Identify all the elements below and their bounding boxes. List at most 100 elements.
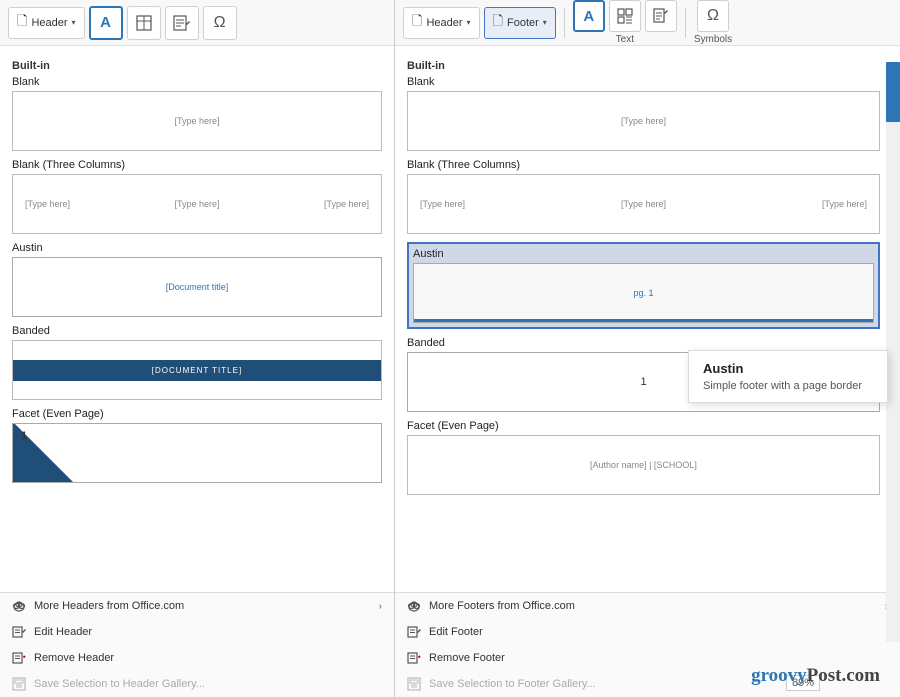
template-blank-preview-right[interactable]: [Type here]: [407, 91, 880, 151]
page-icon: 🗋: [17, 12, 27, 34]
edit-header-label: Edit Header: [34, 626, 92, 638]
right-panel: 🗋 Header ▾ 🗋 Footer ▾ A: [395, 0, 900, 697]
table-icon: [136, 15, 152, 31]
template-three-col-name-left: Blank (Three Columns): [12, 159, 382, 171]
three-col-p3-left: [Type here]: [324, 199, 369, 209]
toolbar-separator-1: [564, 8, 565, 38]
austin-doc-title-left: [Document title]: [166, 282, 229, 292]
text-format-button[interactable]: A: [89, 6, 123, 40]
three-col-p1-left: [Type here]: [25, 199, 70, 209]
template-banded-name-left: Banded: [12, 325, 382, 337]
scrollbar-thumb[interactable]: [886, 62, 900, 122]
template-blank-name-right: Blank: [407, 76, 880, 88]
template-blank-preview-left[interactable]: [Type here]: [12, 91, 382, 151]
three-col-p3-right: [Type here]: [822, 199, 867, 209]
remove-header-icon: [12, 651, 26, 665]
template-austin-name-left: Austin: [12, 242, 382, 254]
template-facet-right[interactable]: Facet (Even Page) [Author name] | [SCHOO…: [407, 420, 880, 495]
template-three-col-right[interactable]: Blank (Three Columns) [Type here] [Type …: [407, 159, 880, 234]
right-edit-doc-button[interactable]: [645, 0, 677, 32]
template-three-col-name-right: Blank (Three Columns): [407, 159, 880, 171]
edit-footer-label: Edit Footer: [429, 626, 483, 638]
right-gallery[interactable]: Built-in Blank [Type here] Blank (Three …: [395, 46, 900, 592]
edit-doc-icon: [653, 8, 669, 24]
template-austin-right[interactable]: Austin pg. 1: [407, 242, 880, 329]
template-austin-preview-left[interactable]: [Document title]: [12, 257, 382, 317]
save-selection-header-link: Save Selection to Header Gallery...: [0, 671, 394, 697]
right-header-dropdown-arrow: ▾: [467, 18, 471, 27]
remove-header-label: Remove Header: [34, 652, 114, 664]
more-headers-arrow: ›: [379, 601, 382, 612]
edit-button[interactable]: [165, 6, 199, 40]
template-blank-name-left: Blank: [12, 76, 382, 88]
remove-footer-icon: [407, 651, 421, 665]
right-footer-icon: 🗋: [493, 12, 503, 34]
more-headers-link[interactable]: More Headers from Office.com ›: [0, 593, 394, 619]
right-text-format-button[interactable]: A: [573, 0, 605, 32]
omega-button[interactable]: Ω: [203, 6, 237, 40]
tooltip-description: Simple footer with a page border: [703, 380, 873, 392]
template-facet-name-left: Facet (Even Page): [12, 408, 382, 420]
right-header-button[interactable]: 🗋 Header ▾: [403, 7, 480, 39]
edit-footer-link[interactable]: Edit Footer: [395, 619, 900, 645]
right-scrollbar[interactable]: [886, 62, 900, 642]
template-facet-preview-left[interactable]: 1: [12, 423, 382, 483]
insert-table-button[interactable]: [127, 6, 161, 40]
save-selection-footer-label: Save Selection to Footer Gallery...: [429, 678, 596, 690]
austin-footer-num: pg. 1: [633, 288, 653, 298]
template-banded-name-right: Banded: [407, 337, 880, 349]
header-button-label: Header: [31, 17, 67, 29]
template-blank-left[interactable]: Blank [Type here]: [12, 76, 382, 151]
edit-header-icon: [12, 625, 26, 639]
austin-footer-line: [414, 319, 873, 322]
three-col-p2-right: [Type here]: [621, 199, 666, 209]
template-banded-left[interactable]: Banded [DOCUMENT TITLE]: [12, 325, 382, 400]
left-section-label: Built-in: [12, 60, 382, 72]
banded-band-left: [DOCUMENT TITLE]: [13, 360, 381, 381]
cloud-footers-icon: [407, 599, 421, 613]
quick-parts-icon: [617, 8, 633, 24]
right-footer-button[interactable]: 🗋 Footer ▾: [484, 7, 556, 39]
blank-placeholder-right: [Type here]: [621, 116, 666, 126]
right-footer-btn-label: Footer: [507, 17, 539, 29]
three-col-p2-left: [Type here]: [174, 199, 219, 209]
template-banded-preview-left[interactable]: [DOCUMENT TITLE]: [12, 340, 382, 400]
austin-tooltip: Austin Simple footer with a page border: [688, 350, 888, 403]
left-toolbar: 🗋 Header ▾ A Ω: [0, 0, 394, 46]
save-footer-icon: [407, 677, 421, 691]
template-three-col-preview-right[interactable]: [Type here] [Type here] [Type here]: [407, 174, 880, 234]
omega-right-button[interactable]: Ω: [697, 0, 729, 32]
left-gallery[interactable]: Built-in Blank [Type here] Blank (Three …: [0, 46, 394, 592]
right-footer-dropdown-arrow: ▾: [543, 18, 547, 27]
more-footers-label: More Footers from Office.com: [429, 600, 575, 612]
remove-footer-label: Remove Footer: [429, 652, 505, 664]
template-three-col-preview-left[interactable]: [Type here] [Type here] [Type here]: [12, 174, 382, 234]
toolbar-separator-2: [685, 8, 686, 38]
remove-header-link[interactable]: Remove Header: [0, 645, 394, 671]
template-austin-left[interactable]: Austin [Document title]: [12, 242, 382, 317]
right-toolbar: 🗋 Header ▾ 🗋 Footer ▾ A: [395, 0, 900, 46]
right-page-icon: 🗋: [412, 12, 422, 34]
template-austin-preview-right[interactable]: pg. 1: [413, 263, 874, 323]
text-label: Text: [616, 34, 634, 45]
left-footer-links: More Headers from Office.com › Edit Head…: [0, 592, 394, 697]
symbols-label: Symbols: [694, 34, 732, 45]
template-austin-name-right: Austin: [413, 248, 874, 260]
template-facet-preview-right[interactable]: [Author name] | [SCHOOL]: [407, 435, 880, 495]
edit-header-link[interactable]: Edit Header: [0, 619, 394, 645]
header-button[interactable]: 🗋 Header ▾: [8, 7, 85, 39]
groovypost-logo: groovyPost.com: [751, 665, 880, 687]
logo-post: Post.com: [807, 665, 880, 686]
more-headers-label: More Headers from Office.com: [34, 600, 184, 612]
logo-groovy: groovy: [751, 665, 807, 686]
template-blank-right[interactable]: Blank [Type here]: [407, 76, 880, 151]
template-facet-left[interactable]: Facet (Even Page) 1: [12, 408, 382, 483]
left-panel: 🗋 Header ▾ A Ω Built-in: [0, 0, 395, 697]
template-facet-name-right: Facet (Even Page): [407, 420, 880, 432]
template-three-col-left[interactable]: Blank (Three Columns) [Type here] [Type …: [12, 159, 382, 234]
banded-footer-num: 1: [640, 376, 646, 388]
more-footers-link[interactable]: More Footers from Office.com ›: [395, 593, 900, 619]
text-group: A Text: [573, 0, 677, 45]
save-header-icon: [12, 677, 26, 691]
right-quick-parts-button[interactable]: [609, 0, 641, 32]
